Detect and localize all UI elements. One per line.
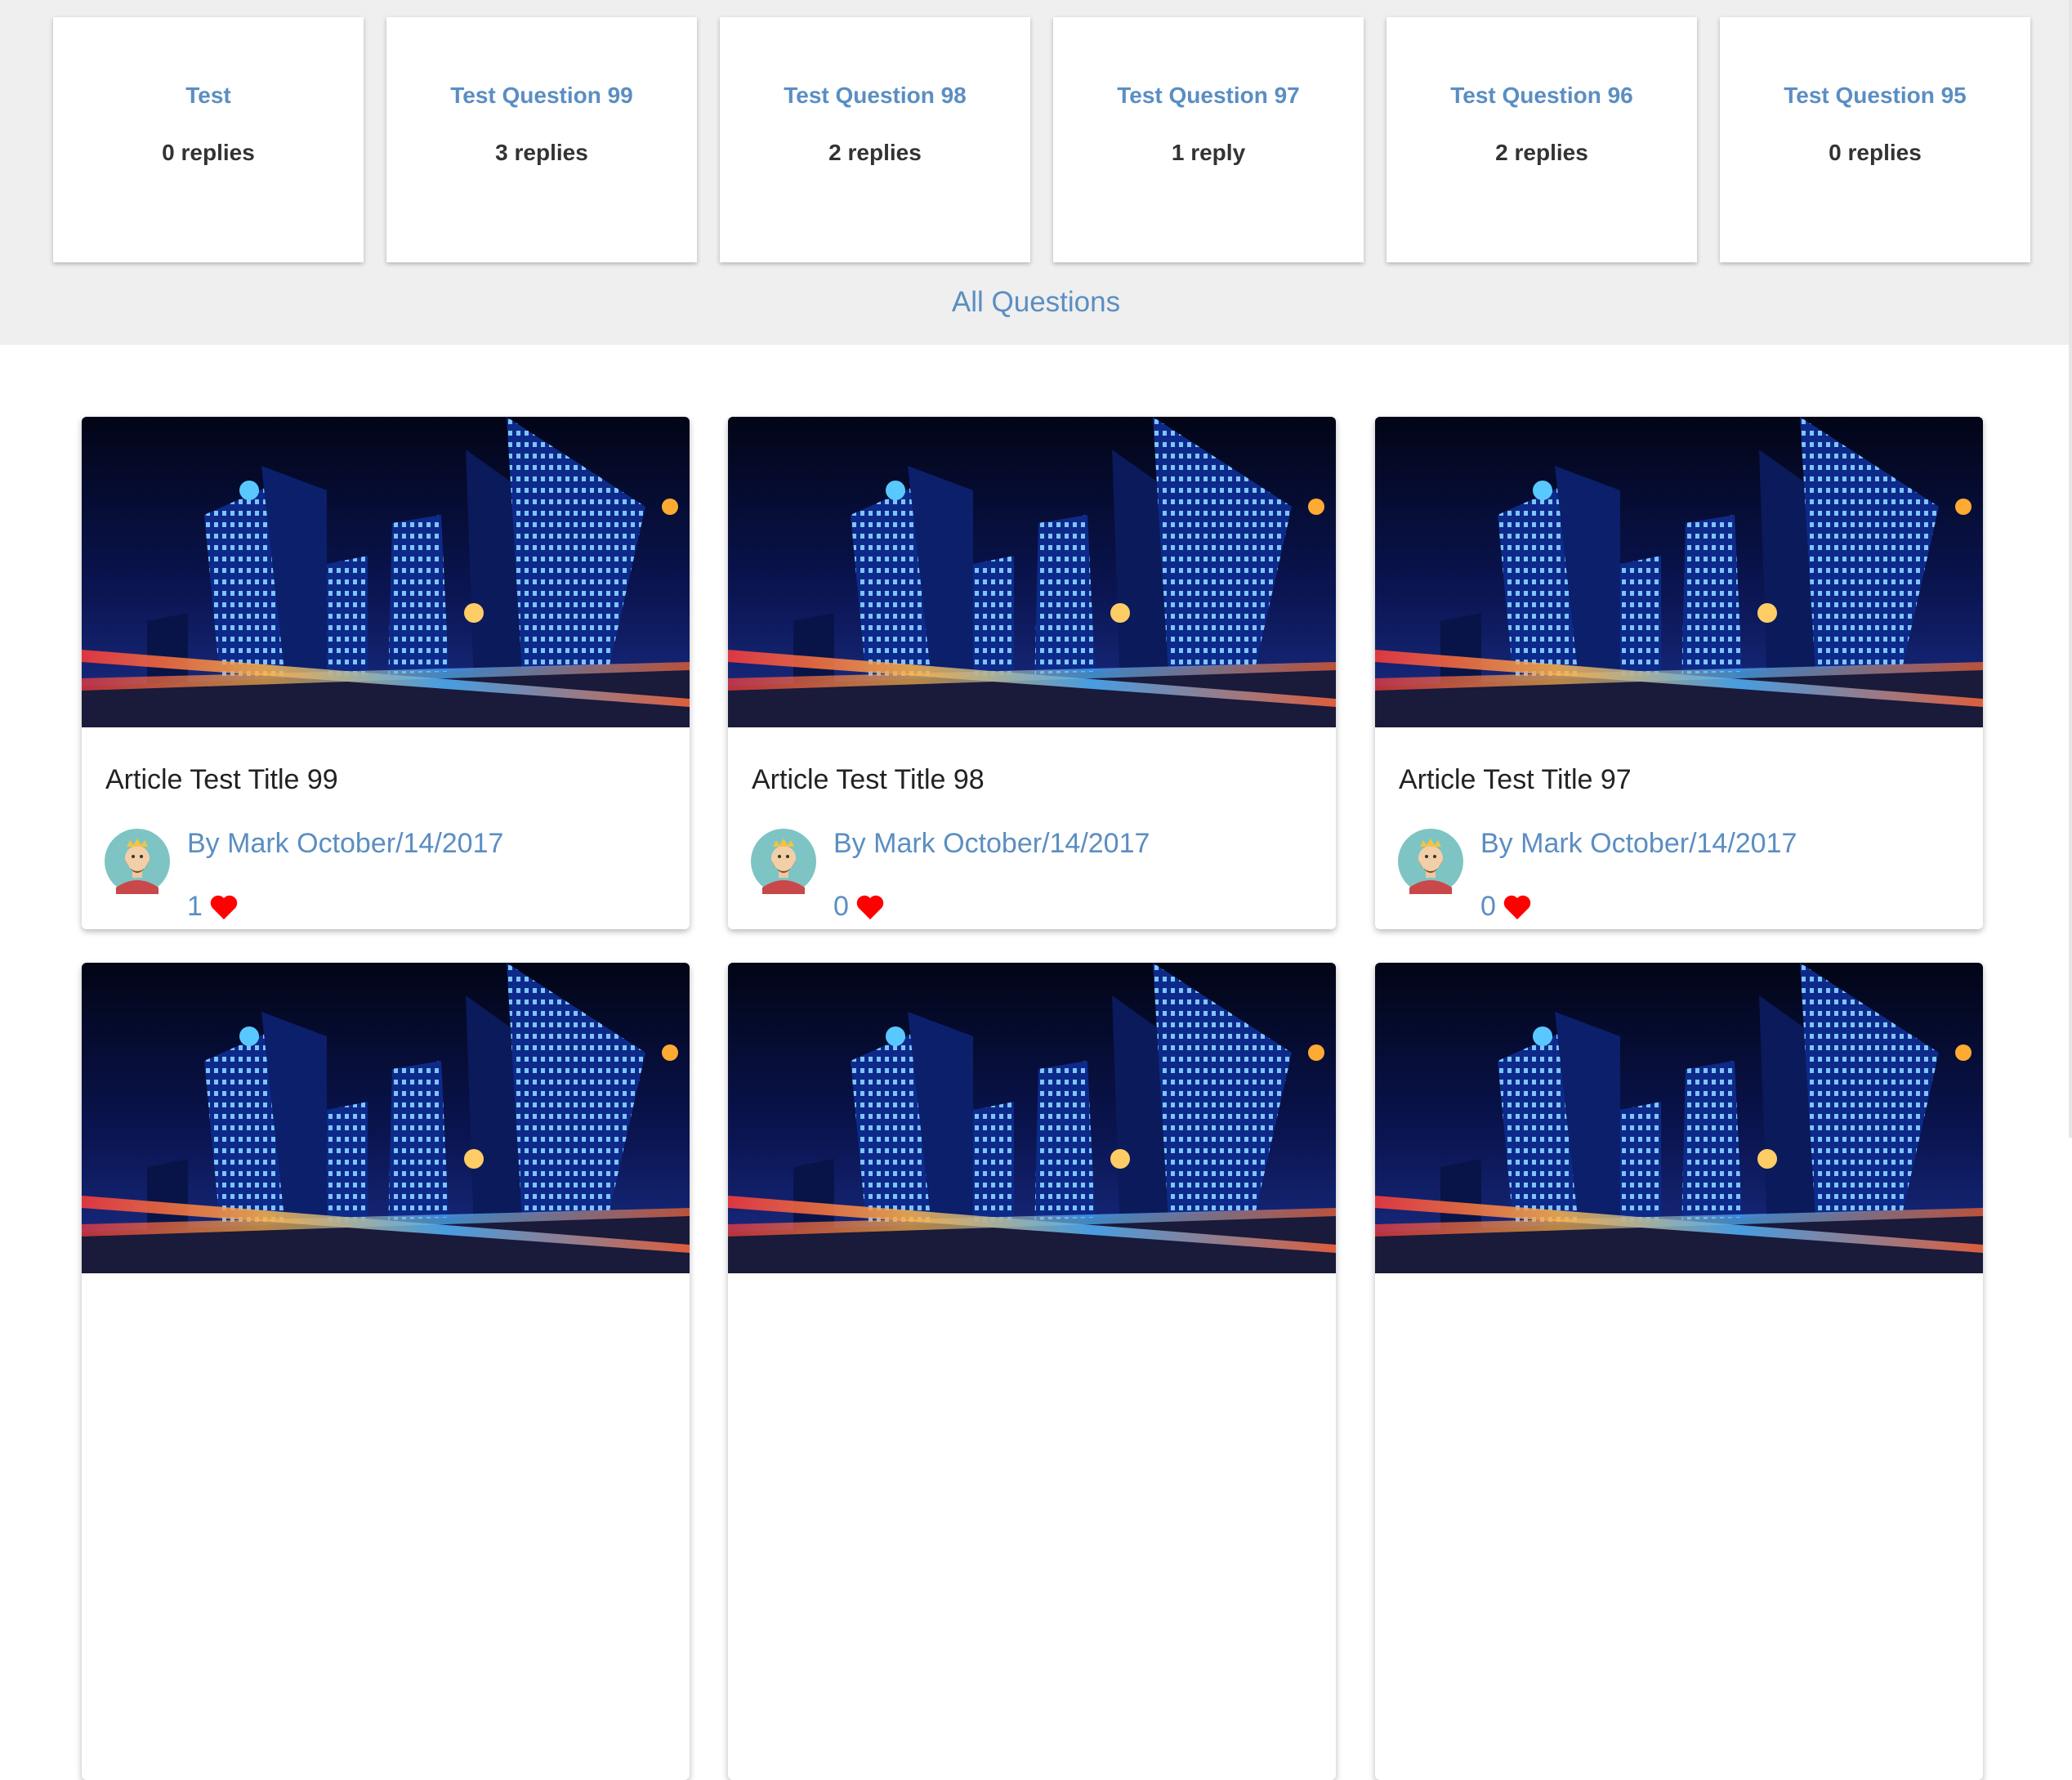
question-title[interactable]: Test Question 95 (1720, 83, 2030, 109)
article-card[interactable]: Article Test Title 97 By Mark October/14… (1375, 417, 1983, 929)
heart-icon[interactable] (1503, 894, 1532, 920)
article-likes: 1 (187, 891, 239, 923)
article-title[interactable]: Article Test Title 97 (1399, 764, 1632, 796)
question-cards: Test 0 replies Test Question 99 3 replie… (53, 17, 2032, 264)
article-byline[interactable]: By Mark October/14/2017 (1480, 828, 1797, 860)
article-card[interactable] (1375, 963, 1983, 1780)
avatar-icon (105, 829, 170, 894)
question-card[interactable]: Test 0 replies (53, 17, 364, 262)
article-card[interactable] (82, 963, 690, 1780)
question-replies: 0 replies (162, 140, 255, 165)
like-count: 0 (1480, 891, 1496, 922)
question-title[interactable]: Test (53, 83, 364, 109)
questions-section: Test 0 replies Test Question 99 3 replie… (0, 0, 2072, 345)
article-card[interactable]: Article Test Title 99 By Mark October/14… (82, 417, 690, 929)
heart-icon[interactable] (209, 894, 239, 920)
question-card[interactable]: Test Question 96 2 replies (1387, 17, 1697, 262)
article-image[interactable] (1375, 963, 1983, 1273)
all-questions-link[interactable]: All Questions (0, 286, 2072, 319)
question-replies: 0 replies (1829, 140, 1922, 165)
article-title[interactable]: Article Test Title 98 (752, 764, 985, 796)
article-likes: 0 (833, 891, 885, 923)
question-card[interactable]: Test Question 99 3 replies (386, 17, 697, 262)
article-image[interactable] (82, 417, 690, 727)
question-card[interactable]: Test Question 98 2 replies (720, 17, 1030, 262)
question-title[interactable]: Test Question 98 (720, 83, 1030, 109)
like-count: 0 (833, 891, 849, 922)
article-likes: 0 (1480, 891, 1532, 923)
article-byline[interactable]: By Mark October/14/2017 (833, 828, 1150, 860)
like-count: 1 (187, 891, 203, 922)
question-replies: 2 replies (828, 140, 922, 165)
article-title[interactable]: Article Test Title 99 (105, 764, 338, 796)
article-byline[interactable]: By Mark October/14/2017 (187, 828, 503, 860)
question-title[interactable]: Test Question 99 (386, 83, 697, 109)
heart-icon[interactable] (855, 894, 885, 920)
article-image[interactable] (82, 963, 690, 1273)
scrollbar[interactable] (2069, 0, 2072, 1138)
question-replies: 2 replies (1495, 140, 1588, 165)
question-card[interactable]: Test Question 97 1 reply (1053, 17, 1364, 262)
article-card[interactable] (728, 963, 1336, 1780)
question-title[interactable]: Test Question 97 (1053, 83, 1364, 109)
article-image[interactable] (728, 417, 1336, 727)
article-image[interactable] (1375, 417, 1983, 727)
question-card[interactable]: Test Question 95 0 replies (1720, 17, 2030, 262)
question-title[interactable]: Test Question 96 (1387, 83, 1697, 109)
article-image[interactable] (728, 963, 1336, 1273)
avatar-icon (1398, 829, 1463, 894)
question-replies: 3 replies (495, 140, 588, 165)
avatar-icon (751, 829, 816, 894)
article-card[interactable]: Article Test Title 98 By Mark October/14… (728, 417, 1336, 929)
question-replies: 1 reply (1171, 140, 1246, 165)
